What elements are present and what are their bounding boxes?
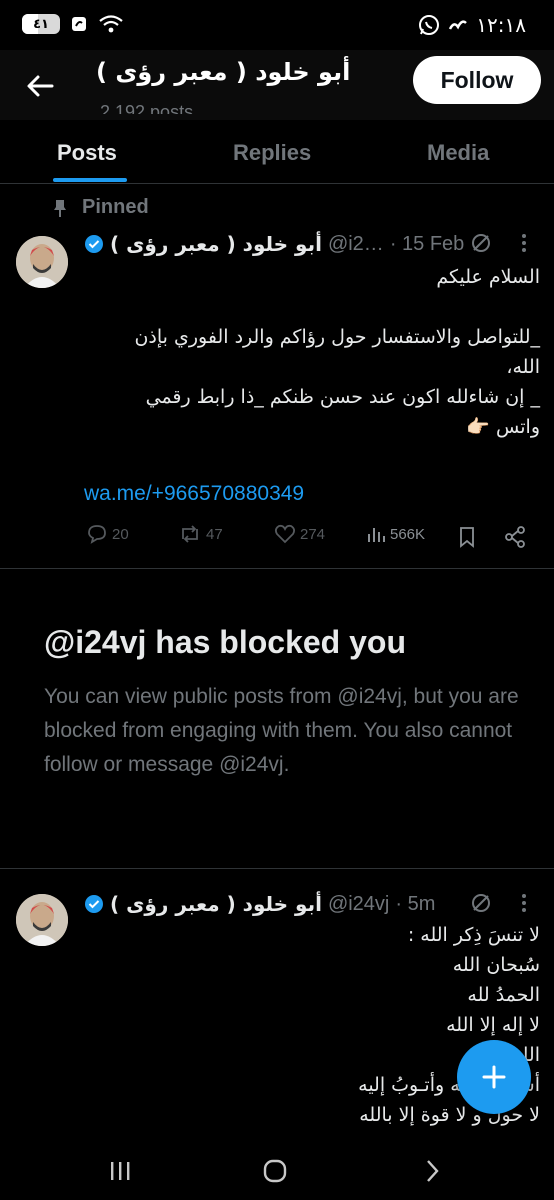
back-chevron-icon <box>427 1160 439 1182</box>
status-bar: ٤١ ١٢:١٨ <box>0 0 554 50</box>
battery-level: ٤١ <box>33 16 49 32</box>
system-navigation-bar <box>0 1140 554 1200</box>
repost-count: 47 <box>206 525 223 543</box>
blocked-title: @i24vj has blocked you <box>44 624 406 660</box>
pinned-post-author: أبو خلود ( معبر رؤى ) @i2… · 15 Feb <box>84 232 464 256</box>
pinned-label: Pinned <box>82 196 149 218</box>
avatar[interactable] <box>16 236 68 288</box>
post-text-line: السلام عليكم <box>436 266 540 288</box>
avatar[interactable] <box>16 894 68 946</box>
sync-icon <box>72 17 86 31</box>
post-author: أبو خلود ( معبر رؤى ) @i24vj · 5m <box>84 892 435 916</box>
views-button[interactable]: 566K <box>366 524 425 544</box>
back-nav-button[interactable] <box>412 1156 452 1186</box>
post-text-line: _للتواصل والاستفسار حول رؤاكم والرد الفو… <box>134 326 540 348</box>
post-text-line <box>84 292 540 322</box>
author-handle: @i24vj <box>327 892 390 915</box>
verified-badge-icon <box>85 895 103 913</box>
post-text-line: الله، <box>506 356 540 378</box>
profile-tabs: Posts Replies Media <box>0 120 554 184</box>
clock: ١٢:١٨ <box>476 13 526 37</box>
pin-icon <box>54 199 66 217</box>
share-icon[interactable] <box>504 526 526 548</box>
post-actions: 20 47 274 566K <box>86 524 536 550</box>
status-left: ٤١ <box>22 14 124 34</box>
like-count: 274 <box>300 525 326 543</box>
more-options-icon[interactable] <box>520 232 528 254</box>
post-time: · 15 Feb <box>389 232 465 255</box>
divider <box>0 568 554 569</box>
verified-badge-icon <box>85 235 103 253</box>
status-right: ١٢:١٨ <box>418 13 526 37</box>
author-name[interactable]: أبو خلود ( معبر رؤى ) <box>110 232 322 256</box>
author-name[interactable]: أبو خلود ( معبر رؤى ) <box>110 892 322 916</box>
post-text-line: الحمدُ لله <box>467 984 540 1006</box>
reply-icon <box>88 525 106 544</box>
avatar-image <box>16 894 68 946</box>
grok-icon[interactable] <box>470 232 492 254</box>
post-text-line: _ إن شاءلله اكون عند حسن ظنكم _ذا رابط ر… <box>145 386 540 408</box>
recent-apps-button[interactable] <box>100 1156 140 1186</box>
views-icon <box>368 528 385 542</box>
follow-button[interactable]: Follow <box>413 56 541 104</box>
plus-icon <box>482 1065 506 1089</box>
view-count: 566K <box>390 525 426 543</box>
repost-icon <box>182 525 198 543</box>
tab-posts[interactable]: Posts <box>57 140 117 166</box>
battery-indicator: ٤١ <box>22 14 60 34</box>
pinned-indicator: Pinned <box>52 196 149 219</box>
active-tab-indicator <box>53 178 127 182</box>
post-text-line: لا إله إلا الله <box>446 1014 540 1036</box>
tab-replies[interactable]: Replies <box>233 140 311 166</box>
whatsapp-icon <box>419 15 440 35</box>
reply-button[interactable]: 20 <box>86 524 129 544</box>
compose-button[interactable] <box>457 1040 531 1114</box>
profile-name: أبو خلود ( معبر رؤى ) <box>96 58 351 86</box>
post-text-line: واتس 👉🏻 <box>466 416 540 438</box>
bookmark-icon[interactable] <box>458 526 476 548</box>
whatsapp-link[interactable]: wa.me/+966570880349 <box>84 482 304 506</box>
post-text-line: لا تنسَ ذِكر الله : <box>407 924 540 946</box>
heart-icon <box>274 524 296 544</box>
post-text-line: سُبحان الله <box>452 954 540 976</box>
repost-button[interactable]: 47 <box>178 524 223 544</box>
recent-apps-icon <box>111 1162 130 1180</box>
blocked-description: You can view public posts from @i24vj, b… <box>44 685 519 776</box>
author-handle: @i2… <box>327 232 384 255</box>
grok-icon[interactable] <box>470 892 492 914</box>
divider <box>0 868 554 869</box>
pinned-post-text: السلام عليكم _للتواصل والاستفسار حول رؤا… <box>84 262 540 442</box>
tab-media[interactable]: Media <box>427 140 489 166</box>
back-arrow-icon <box>27 75 54 97</box>
reply-count: 20 <box>112 525 129 543</box>
home-button[interactable] <box>255 1156 295 1186</box>
post-count: 2,192 posts <box>100 102 194 114</box>
app-notification-icon <box>449 20 468 30</box>
avatar-image <box>16 236 68 288</box>
like-button[interactable]: 274 <box>274 524 325 544</box>
back-button[interactable] <box>18 64 62 108</box>
wifi-icon <box>99 15 123 33</box>
more-options-icon[interactable] <box>520 892 528 914</box>
home-icon <box>263 1159 287 1183</box>
post-time: · 5m <box>395 892 436 915</box>
